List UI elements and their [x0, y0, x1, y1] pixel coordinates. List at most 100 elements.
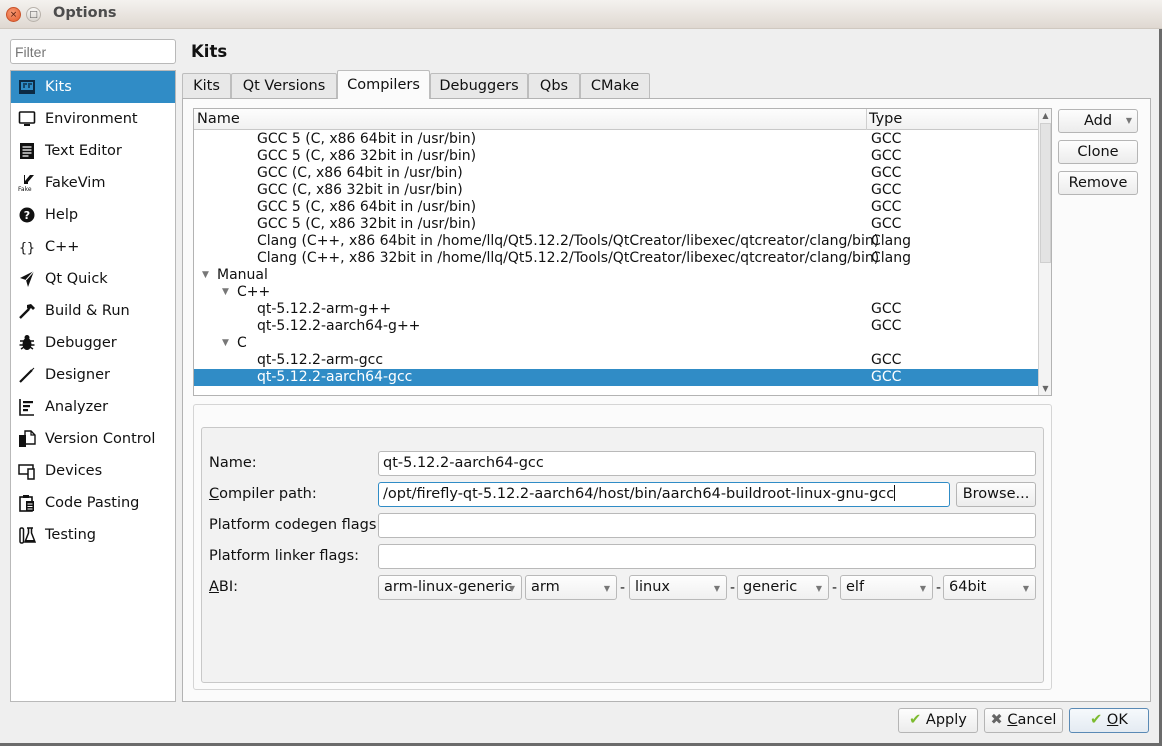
sidebar-item-label: Testing: [45, 527, 96, 543]
scroll-up-icon[interactable]: ▲: [1039, 109, 1051, 122]
linker-flags-label: Platform linker flags:: [209, 548, 360, 564]
filter-input[interactable]: [10, 39, 176, 64]
scrollbar-thumb[interactable]: [1040, 123, 1051, 263]
tree-row-name: GCC (C, x86 32bit in /usr/bin): [257, 182, 463, 198]
abi-format-select[interactable]: elf ▼: [840, 575, 933, 600]
tab-qbs[interactable]: Qbs: [528, 73, 580, 98]
tree-row-name: GCC (C, x86 64bit in /usr/bin): [257, 165, 463, 181]
tab-debuggers[interactable]: Debuggers: [430, 73, 528, 98]
sidebar-item-version-control[interactable]: Version Control: [11, 423, 175, 455]
tree-row[interactable]: GCC 5 (C, x86 64bit in /usr/bin) GCC: [194, 131, 1038, 148]
sidebar-item-devices[interactable]: Devices: [11, 455, 175, 487]
abi-os-select[interactable]: linux ▼: [629, 575, 727, 600]
tab-kits[interactable]: Kits: [182, 73, 231, 98]
remove-button[interactable]: Remove: [1058, 171, 1138, 195]
cancel-button[interactable]: ✖ Cancel: [984, 708, 1063, 733]
close-window-button[interactable]: ×: [6, 7, 21, 22]
compiler-path-field[interactable]: /opt/firefly-qt-5.12.2-aarch64/host/bin/…: [378, 482, 950, 507]
tree-row[interactable]: GCC (C, x86 64bit in /usr/bin) GCC: [194, 165, 1038, 182]
sidebar-item-code-pasting[interactable]: Code Pasting: [11, 487, 175, 519]
compiler-path-value: /opt/firefly-qt-5.12.2-aarch64/host/bin/…: [383, 486, 895, 502]
tree-scrollbar[interactable]: ▲ ▼: [1038, 109, 1051, 395]
apply-button[interactable]: ✔ Apply: [898, 708, 978, 733]
name-field[interactable]: qt-5.12.2-aarch64-gcc: [378, 451, 1036, 476]
tree-row[interactable]: ▼ C++: [194, 284, 1038, 301]
tree-row-name: GCC 5 (C, x86 32bit in /usr/bin): [257, 216, 477, 232]
name-value: qt-5.12.2-aarch64-gcc: [383, 455, 544, 471]
tree-row[interactable]: Clang (C++, x86 64bit in /home/llq/Qt5.1…: [194, 233, 1038, 250]
sidebar-item-kits[interactable]: Kits: [11, 71, 175, 103]
clipboard-icon: [18, 494, 36, 512]
ok-button[interactable]: ✔ OK: [1069, 708, 1149, 733]
tree-row[interactable]: ▼ Manual: [194, 267, 1038, 284]
abi-label: ABI:: [209, 579, 238, 595]
text-caret: [894, 485, 896, 501]
sidebar-item-environment[interactable]: Environment: [11, 103, 175, 135]
sidebar-item-label: Build & Run: [45, 303, 130, 319]
tree-row[interactable]: Clang (C++, x86 32bit in /home/llq/Qt5.1…: [194, 250, 1038, 267]
tree-row-name: Clang (C++, x86 32bit in /home/llq/Qt5.1…: [257, 250, 880, 266]
add-button[interactable]: Add ▼: [1058, 109, 1138, 133]
sidebar-item-text-editor[interactable]: Text Editor: [11, 135, 175, 167]
column-divider[interactable]: [866, 109, 867, 130]
tree-row-type: GCC: [871, 216, 902, 232]
add-button-label: Add: [1083, 113, 1113, 129]
tree-row[interactable]: GCC 5 (C, x86 32bit in /usr/bin) GCC: [194, 216, 1038, 233]
hammer-icon: [18, 302, 36, 320]
abi-separator: -: [620, 580, 626, 596]
tree-row-name: GCC 5 (C, x86 64bit in /usr/bin): [257, 199, 477, 215]
expand-arrow-icon[interactable]: ▼: [222, 335, 229, 352]
sidebar-item-debugger[interactable]: Debugger: [11, 327, 175, 359]
tree-row[interactable]: qt-5.12.2-aarch64-gcc GCC: [194, 369, 1038, 386]
devices-icon: [18, 462, 36, 480]
maximize-window-button[interactable]: □: [26, 7, 41, 22]
browse-button[interactable]: Browse...: [956, 482, 1036, 507]
tab-cmake[interactable]: CMake: [580, 73, 650, 98]
chevron-down-icon: ▼: [508, 584, 515, 593]
compiler-tree[interactable]: Name Type GCC 5 (C, x86 64bit in /usr/bi…: [193, 108, 1052, 396]
tree-row-type: Clang: [871, 233, 912, 249]
window-title: Options: [53, 5, 117, 21]
tab-compilers[interactable]: Compilers: [337, 70, 430, 99]
sidebar-item-fakevim[interactable]: Fake FakeVim: [11, 167, 175, 199]
sidebar-item-cpp[interactable]: {} C++: [11, 231, 175, 263]
linker-flags-field[interactable]: [378, 544, 1036, 569]
mnemonic: C: [1007, 712, 1018, 728]
abi-flavor-select[interactable]: generic ▼: [737, 575, 829, 600]
tree-row[interactable]: GCC 5 (C, x86 64bit in /usr/bin) GCC: [194, 199, 1038, 216]
column-header-type[interactable]: Type: [869, 111, 902, 127]
tree-row-name: qt-5.12.2-aarch64-gcc: [257, 369, 413, 385]
tree-row[interactable]: qt-5.12.2-aarch64-g++ GCC: [194, 318, 1038, 335]
sidebar-item-designer[interactable]: Designer: [11, 359, 175, 391]
sidebar-item-analyzer[interactable]: Analyzer: [11, 391, 175, 423]
expand-arrow-icon[interactable]: ▼: [222, 284, 229, 301]
tree-row-type: GCC: [871, 318, 902, 334]
abi-architecture-select[interactable]: arm ▼: [525, 575, 617, 600]
column-header-name[interactable]: Name: [197, 111, 240, 127]
sidebar-item-label: Designer: [45, 367, 110, 383]
sidebar-item-qt-quick[interactable]: Qt Quick: [11, 263, 175, 295]
clone-button[interactable]: Clone: [1058, 140, 1138, 164]
expand-arrow-icon[interactable]: ▼: [202, 267, 209, 284]
tree-header: Name Type: [194, 109, 1038, 130]
codegen-flags-label: Platform codegen flags:: [209, 517, 382, 533]
tree-row[interactable]: GCC 5 (C, x86 32bit in /usr/bin) GCC: [194, 148, 1038, 165]
tree-row[interactable]: ▼ C: [194, 335, 1038, 352]
apply-label: Apply: [925, 712, 967, 728]
tab-qt-versions[interactable]: Qt Versions: [231, 73, 337, 98]
sidebar-item-label: FakeVim: [45, 175, 106, 191]
tree-row[interactable]: GCC (C, x86 32bit in /usr/bin) GCC: [194, 182, 1038, 199]
abi-preset-select[interactable]: arm-linux-generic ▼: [378, 575, 522, 600]
sidebar-item-build-run[interactable]: Build & Run: [11, 295, 175, 327]
tree-row[interactable]: qt-5.12.2-arm-g++ GCC: [194, 301, 1038, 318]
abi-width-select[interactable]: 64bit ▼: [943, 575, 1036, 600]
ok-label: K: [1118, 712, 1128, 728]
codegen-flags-field[interactable]: [378, 513, 1036, 538]
sidebar-item-testing[interactable]: Testing: [11, 519, 175, 551]
tree-row[interactable]: qt-5.12.2-arm-gcc GCC: [194, 352, 1038, 369]
tree-row-name: qt-5.12.2-arm-gcc: [257, 352, 384, 368]
sidebar-item-label: Debugger: [45, 335, 117, 351]
bug-icon: [18, 334, 36, 352]
sidebar-item-help[interactable]: ? Help: [11, 199, 175, 231]
scroll-down-icon[interactable]: ▼: [1039, 382, 1051, 395]
